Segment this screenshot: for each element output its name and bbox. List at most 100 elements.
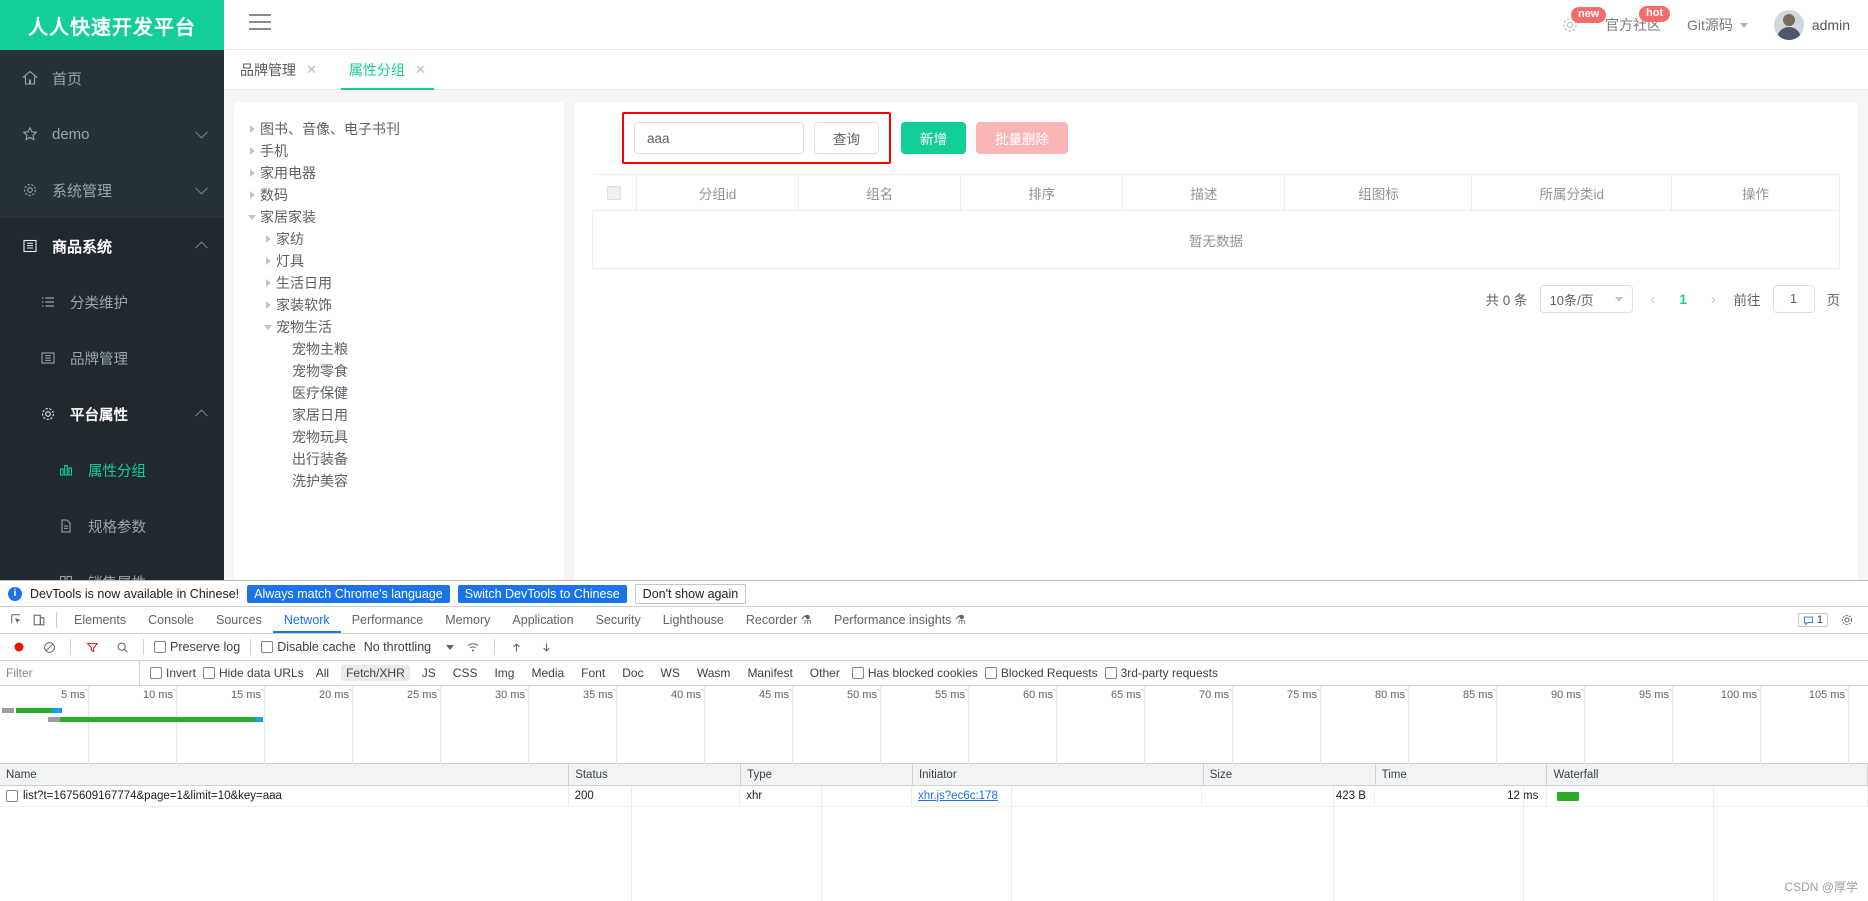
settings-gear-button[interactable]: new [1561, 7, 1607, 34]
devtools-tab-memory[interactable]: Memory [434, 607, 501, 633]
page-number-1[interactable]: 1 [1673, 292, 1693, 307]
blocked-requests-toggle[interactable]: Blocked Requests [984, 666, 1098, 680]
git-source-dropdown[interactable]: Git源码 [1687, 15, 1748, 35]
tree-node[interactable]: 生活日用 [244, 272, 554, 294]
select-all-header[interactable] [592, 174, 637, 211]
filter-type-css[interactable]: CSS [448, 665, 483, 681]
chevron-right-icon[interactable] [260, 235, 276, 243]
sidebar-item-category[interactable]: 分类维护 [0, 274, 224, 330]
sidebar-item-system[interactable]: 系统管理 [0, 162, 224, 218]
sidebar-item-goods-system[interactable]: 商品系统 [0, 218, 224, 274]
devtools-tab-lighthouse[interactable]: Lighthouse [652, 607, 735, 633]
next-page-button[interactable]: › [1705, 291, 1722, 307]
devtools-tab-recorder[interactable]: Recorder ⚗ [735, 607, 823, 633]
devtools-tab-elements[interactable]: Elements [63, 607, 137, 633]
column-header-type[interactable]: Type [741, 763, 913, 786]
filter-type-doc[interactable]: Doc [617, 665, 648, 681]
tree-node[interactable]: 家纺 [244, 228, 554, 250]
dont-show-again-button[interactable]: Don't show again [634, 583, 747, 604]
filter-type-media[interactable]: Media [526, 665, 569, 681]
checkbox[interactable] [984, 667, 997, 679]
disable-cache-toggle[interactable]: Disable cache [261, 640, 356, 654]
sidebar-item-brand[interactable]: 品牌管理 [0, 330, 224, 386]
devtools-tab-performance-insights[interactable]: Performance insights ⚗ [823, 607, 977, 633]
filter-type-fetch-xhr[interactable]: Fetch/XHR [341, 665, 410, 681]
chevron-down-icon[interactable] [260, 324, 276, 330]
throttling-select[interactable]: No throttling [364, 640, 431, 654]
tree-node[interactable]: 家居家装 [244, 206, 554, 228]
invert-toggle[interactable]: Invert [150, 666, 196, 680]
clear-button[interactable] [38, 637, 60, 657]
tree-node[interactable]: 数码 [244, 184, 554, 206]
filter-input[interactable]: Filter [0, 661, 140, 685]
filter-type-all[interactable]: All [311, 665, 334, 681]
has-blocked-cookies-toggle[interactable]: Has blocked cookies [851, 666, 978, 680]
tree-node[interactable]: 医疗保健 [244, 382, 554, 404]
always-match-language-button[interactable]: Always match Chrome's language [247, 584, 450, 603]
add-button[interactable]: 新增 [901, 122, 966, 154]
tree-node[interactable]: 宠物玩具 [244, 426, 554, 448]
hide-data-urls-toggle[interactable]: Hide data URLs [203, 666, 304, 680]
tab-attribute-group[interactable]: 属性分组 ✕ [333, 50, 442, 90]
filter-type-manifest[interactable]: Manifest [742, 665, 797, 681]
checkbox[interactable] [150, 667, 162, 679]
devtools-tab-application[interactable]: Application [501, 607, 584, 633]
tree-node[interactable]: 宠物零食 [244, 360, 554, 382]
tree-node[interactable]: 宠物生活 [244, 316, 554, 338]
export-har-icon[interactable] [535, 637, 557, 657]
tab-brand-management[interactable]: 品牌管理 ✕ [224, 50, 333, 89]
settings-gear-icon[interactable] [1836, 610, 1858, 630]
chevron-right-icon[interactable] [244, 147, 260, 155]
checkbox[interactable] [154, 641, 166, 653]
filter-type-js[interactable]: JS [417, 665, 441, 681]
sidebar-item-spec-params[interactable]: 规格参数 [0, 498, 224, 554]
table-row[interactable]: list?t=1675609167774&page=1&limit=10&key… [0, 785, 1868, 807]
checkbox[interactable] [203, 667, 216, 679]
user-menu[interactable]: admin [1773, 10, 1850, 40]
tree-node[interactable]: 宠物主粮 [244, 338, 554, 360]
devtools-tab-console[interactable]: Console [137, 607, 205, 633]
search-icon[interactable] [111, 637, 133, 657]
column-header-size[interactable]: Size [1204, 763, 1376, 786]
column-header-status[interactable]: Status [569, 763, 742, 786]
network-overview-timeline[interactable]: 5 ms 10 ms 15 ms 20 ms 25 ms 30 ms 35 ms… [0, 686, 1868, 764]
tree-node[interactable]: 图书、音像、电子书刊 [244, 118, 554, 140]
checkbox[interactable] [1104, 667, 1117, 679]
record-button[interactable] [8, 637, 30, 657]
filter-type-wasm[interactable]: Wasm [692, 665, 736, 681]
prev-page-button[interactable]: ‹ [1645, 291, 1662, 307]
chevron-right-icon[interactable] [244, 125, 260, 133]
select-all-checkbox[interactable] [607, 186, 622, 201]
filter-type-ws[interactable]: WS [656, 665, 685, 681]
column-header-initiator[interactable]: Initiator [913, 763, 1204, 786]
network-conditions-icon[interactable] [462, 637, 484, 657]
tree-node[interactable]: 灯具 [244, 250, 554, 272]
device-toolbar-icon[interactable] [28, 610, 50, 630]
preserve-log-toggle[interactable]: Preserve log [154, 640, 240, 654]
devtools-tab-network[interactable]: Network [272, 607, 341, 633]
third-party-requests-toggle[interactable]: 3rd-party requests [1104, 666, 1218, 680]
close-icon[interactable]: ✕ [306, 62, 317, 78]
page-size-select[interactable]: 10条/页 [1539, 285, 1633, 313]
sidebar-item-demo[interactable]: demo [0, 106, 224, 162]
import-har-icon[interactable] [505, 637, 527, 657]
chevron-right-icon[interactable] [244, 191, 260, 199]
jump-page-input[interactable]: 1 [1772, 285, 1815, 313]
column-header-name[interactable]: Name [0, 763, 570, 786]
chevron-down-icon[interactable] [244, 214, 260, 220]
filter-type-other[interactable]: Other [805, 665, 845, 681]
sidebar-item-platform-attributes[interactable]: 平台属性 [0, 386, 224, 442]
switch-to-chinese-button[interactable]: Switch DevTools to Chinese [457, 584, 627, 603]
devtools-tab-sources[interactable]: Sources [205, 607, 273, 633]
sidebar-item-attribute-group[interactable]: 属性分组 [0, 442, 224, 498]
tree-node[interactable]: 手机 [244, 140, 554, 162]
column-header-time[interactable]: Time [1376, 763, 1548, 786]
inspect-element-icon[interactable] [6, 610, 28, 630]
devtools-tab-performance[interactable]: Performance [341, 607, 435, 633]
close-icon[interactable]: ✕ [415, 62, 426, 78]
tree-node[interactable]: 家居日用 [244, 404, 554, 426]
chevron-right-icon[interactable] [260, 257, 276, 265]
menu-icon[interactable] [249, 14, 271, 32]
chevron-right-icon[interactable] [260, 279, 276, 287]
tree-node[interactable]: 家装软饰 [244, 294, 554, 316]
